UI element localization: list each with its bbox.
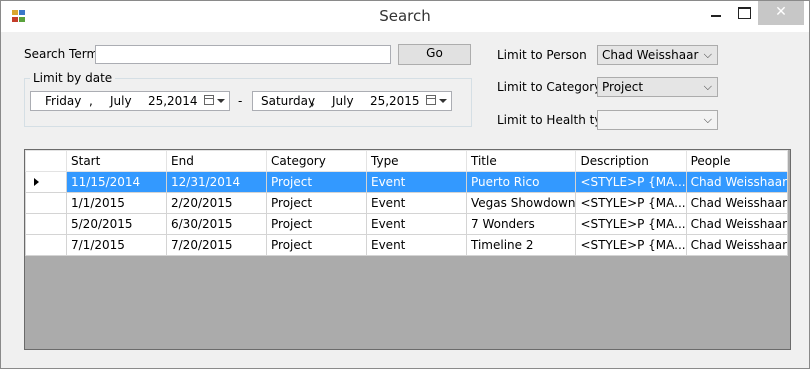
minimize-icon	[711, 15, 721, 17]
column-header-category[interactable]: Category	[266, 150, 367, 172]
cell-title[interactable]: Puerto Rico	[465, 171, 577, 193]
column-header-type[interactable]: Type	[366, 150, 467, 172]
search-window: Search ✕ Search Term Go Limit by date Fr…	[0, 0, 810, 369]
search-term-label: Search Term	[24, 47, 99, 61]
results-grid[interactable]: Start End Category Type Title Descriptio…	[24, 149, 791, 350]
from-month: July	[110, 94, 132, 108]
column-header-description[interactable]: Description	[575, 150, 687, 172]
from-comma: ,	[89, 94, 93, 108]
column-header-people[interactable]: People	[685, 150, 789, 172]
limit-by-date-label: Limit by date	[30, 71, 116, 85]
cell-people[interactable]: Chad Weisshaar	[685, 234, 789, 256]
maximize-icon	[738, 7, 751, 19]
cell-end[interactable]: 12/31/2014	[166, 171, 267, 193]
cell-category[interactable]: Project	[266, 192, 367, 214]
column-header-title[interactable]: Title	[465, 150, 577, 172]
category-select[interactable]: Project ⌵	[597, 77, 718, 97]
row-header[interactable]	[25, 192, 67, 214]
from-day: 25,	[148, 94, 168, 108]
cell-people[interactable]: Chad Weisshaar	[685, 171, 789, 193]
column-header-end[interactable]: End	[166, 150, 267, 172]
cell-people[interactable]: Chad Weisshaar	[685, 213, 789, 235]
cell-category[interactable]: Project	[266, 171, 367, 193]
search-term-input[interactable]	[95, 45, 391, 64]
results-table: Start End Category Type Title Descriptio…	[25, 150, 789, 256]
cell-end[interactable]: 2/20/2015	[166, 192, 267, 214]
table-row[interactable]: 7/1/2015 7/20/2015 Project Event Timelin…	[25, 234, 789, 256]
cell-end[interactable]: 6/30/2015	[166, 213, 267, 235]
cell-title[interactable]: 7 Wonders	[465, 213, 577, 235]
calendar-icon[interactable]	[204, 95, 214, 105]
chevron-down-icon: ⌵	[703, 80, 712, 93]
from-weekday: Friday	[45, 94, 82, 108]
to-month: July	[332, 94, 354, 108]
row-header[interactable]	[25, 234, 67, 256]
to-weekday: Saturday	[261, 94, 316, 108]
corner-header	[25, 150, 67, 172]
row-header[interactable]	[25, 171, 67, 193]
limit-category-label: Limit to Category	[497, 80, 602, 94]
close-icon: ✕	[775, 4, 787, 20]
to-day: 25,	[370, 94, 390, 108]
cell-people[interactable]: Chad Weisshaar	[685, 192, 789, 214]
person-select-value: Chad Weisshaar	[602, 48, 699, 62]
cell-description[interactable]: <STYLE>P {MA...	[575, 234, 687, 256]
close-button[interactable]: ✕	[758, 1, 804, 25]
to-comma: ,	[311, 94, 315, 108]
cell-type[interactable]: Event	[366, 171, 467, 193]
go-button[interactable]: Go	[398, 44, 471, 65]
cell-start[interactable]: 1/1/2015	[66, 192, 167, 214]
cell-type[interactable]: Event	[366, 192, 467, 214]
chevron-down-icon: ⌵	[703, 48, 712, 61]
cell-end[interactable]: 7/20/2015	[166, 234, 267, 256]
table-row[interactable]: 11/15/2014 12/31/2014 Project Event Puer…	[25, 171, 789, 193]
table-row[interactable]: 1/1/2015 2/20/2015 Project Event Vegas S…	[25, 192, 789, 214]
header-row: Start End Category Type Title Descriptio…	[25, 150, 789, 172]
from-date-picker[interactable]: Friday , July 25, 2014	[30, 91, 230, 111]
cell-description[interactable]: <STYLE>P {MA...	[575, 192, 687, 214]
cell-description[interactable]: <STYLE>P {MA...	[575, 171, 687, 193]
cell-start[interactable]: 5/20/2015	[66, 213, 167, 235]
maximize-button[interactable]	[730, 1, 758, 25]
calendar-icon[interactable]	[426, 95, 436, 105]
column-header-start[interactable]: Start	[66, 150, 167, 172]
cell-type[interactable]: Event	[366, 213, 467, 235]
cell-category[interactable]: Project	[266, 213, 367, 235]
cell-title[interactable]: Timeline 2	[465, 234, 577, 256]
cell-start[interactable]: 7/1/2015	[66, 234, 167, 256]
chevron-down-icon: ⌵	[703, 113, 712, 126]
cell-title[interactable]: Vegas Showdown	[465, 192, 577, 214]
to-date-picker[interactable]: Saturday , July 25, 2015	[252, 91, 452, 111]
cell-start[interactable]: 11/15/2014	[66, 171, 167, 193]
from-year: 2014	[167, 94, 198, 108]
health-type-select[interactable]: ⌵	[597, 110, 718, 130]
chevron-down-icon[interactable]	[439, 99, 447, 103]
limit-person-label: Limit to Person	[497, 48, 587, 62]
title-bar: Search ✕	[1, 1, 809, 32]
cell-description[interactable]: <STYLE>P {MA...	[575, 213, 687, 235]
date-range-separator: -	[238, 94, 243, 108]
cell-category[interactable]: Project	[266, 234, 367, 256]
to-year: 2015	[389, 94, 420, 108]
current-row-icon	[34, 178, 39, 186]
row-header[interactable]	[25, 213, 67, 235]
minimize-button[interactable]	[702, 1, 730, 25]
chevron-down-icon[interactable]	[217, 99, 225, 103]
window-title: Search	[379, 7, 431, 25]
person-select[interactable]: Chad Weisshaar ⌵	[597, 45, 718, 65]
category-select-value: Project	[602, 80, 644, 94]
cell-type[interactable]: Event	[366, 234, 467, 256]
table-row[interactable]: 5/20/2015 6/30/2015 Project Event 7 Wond…	[25, 213, 789, 235]
